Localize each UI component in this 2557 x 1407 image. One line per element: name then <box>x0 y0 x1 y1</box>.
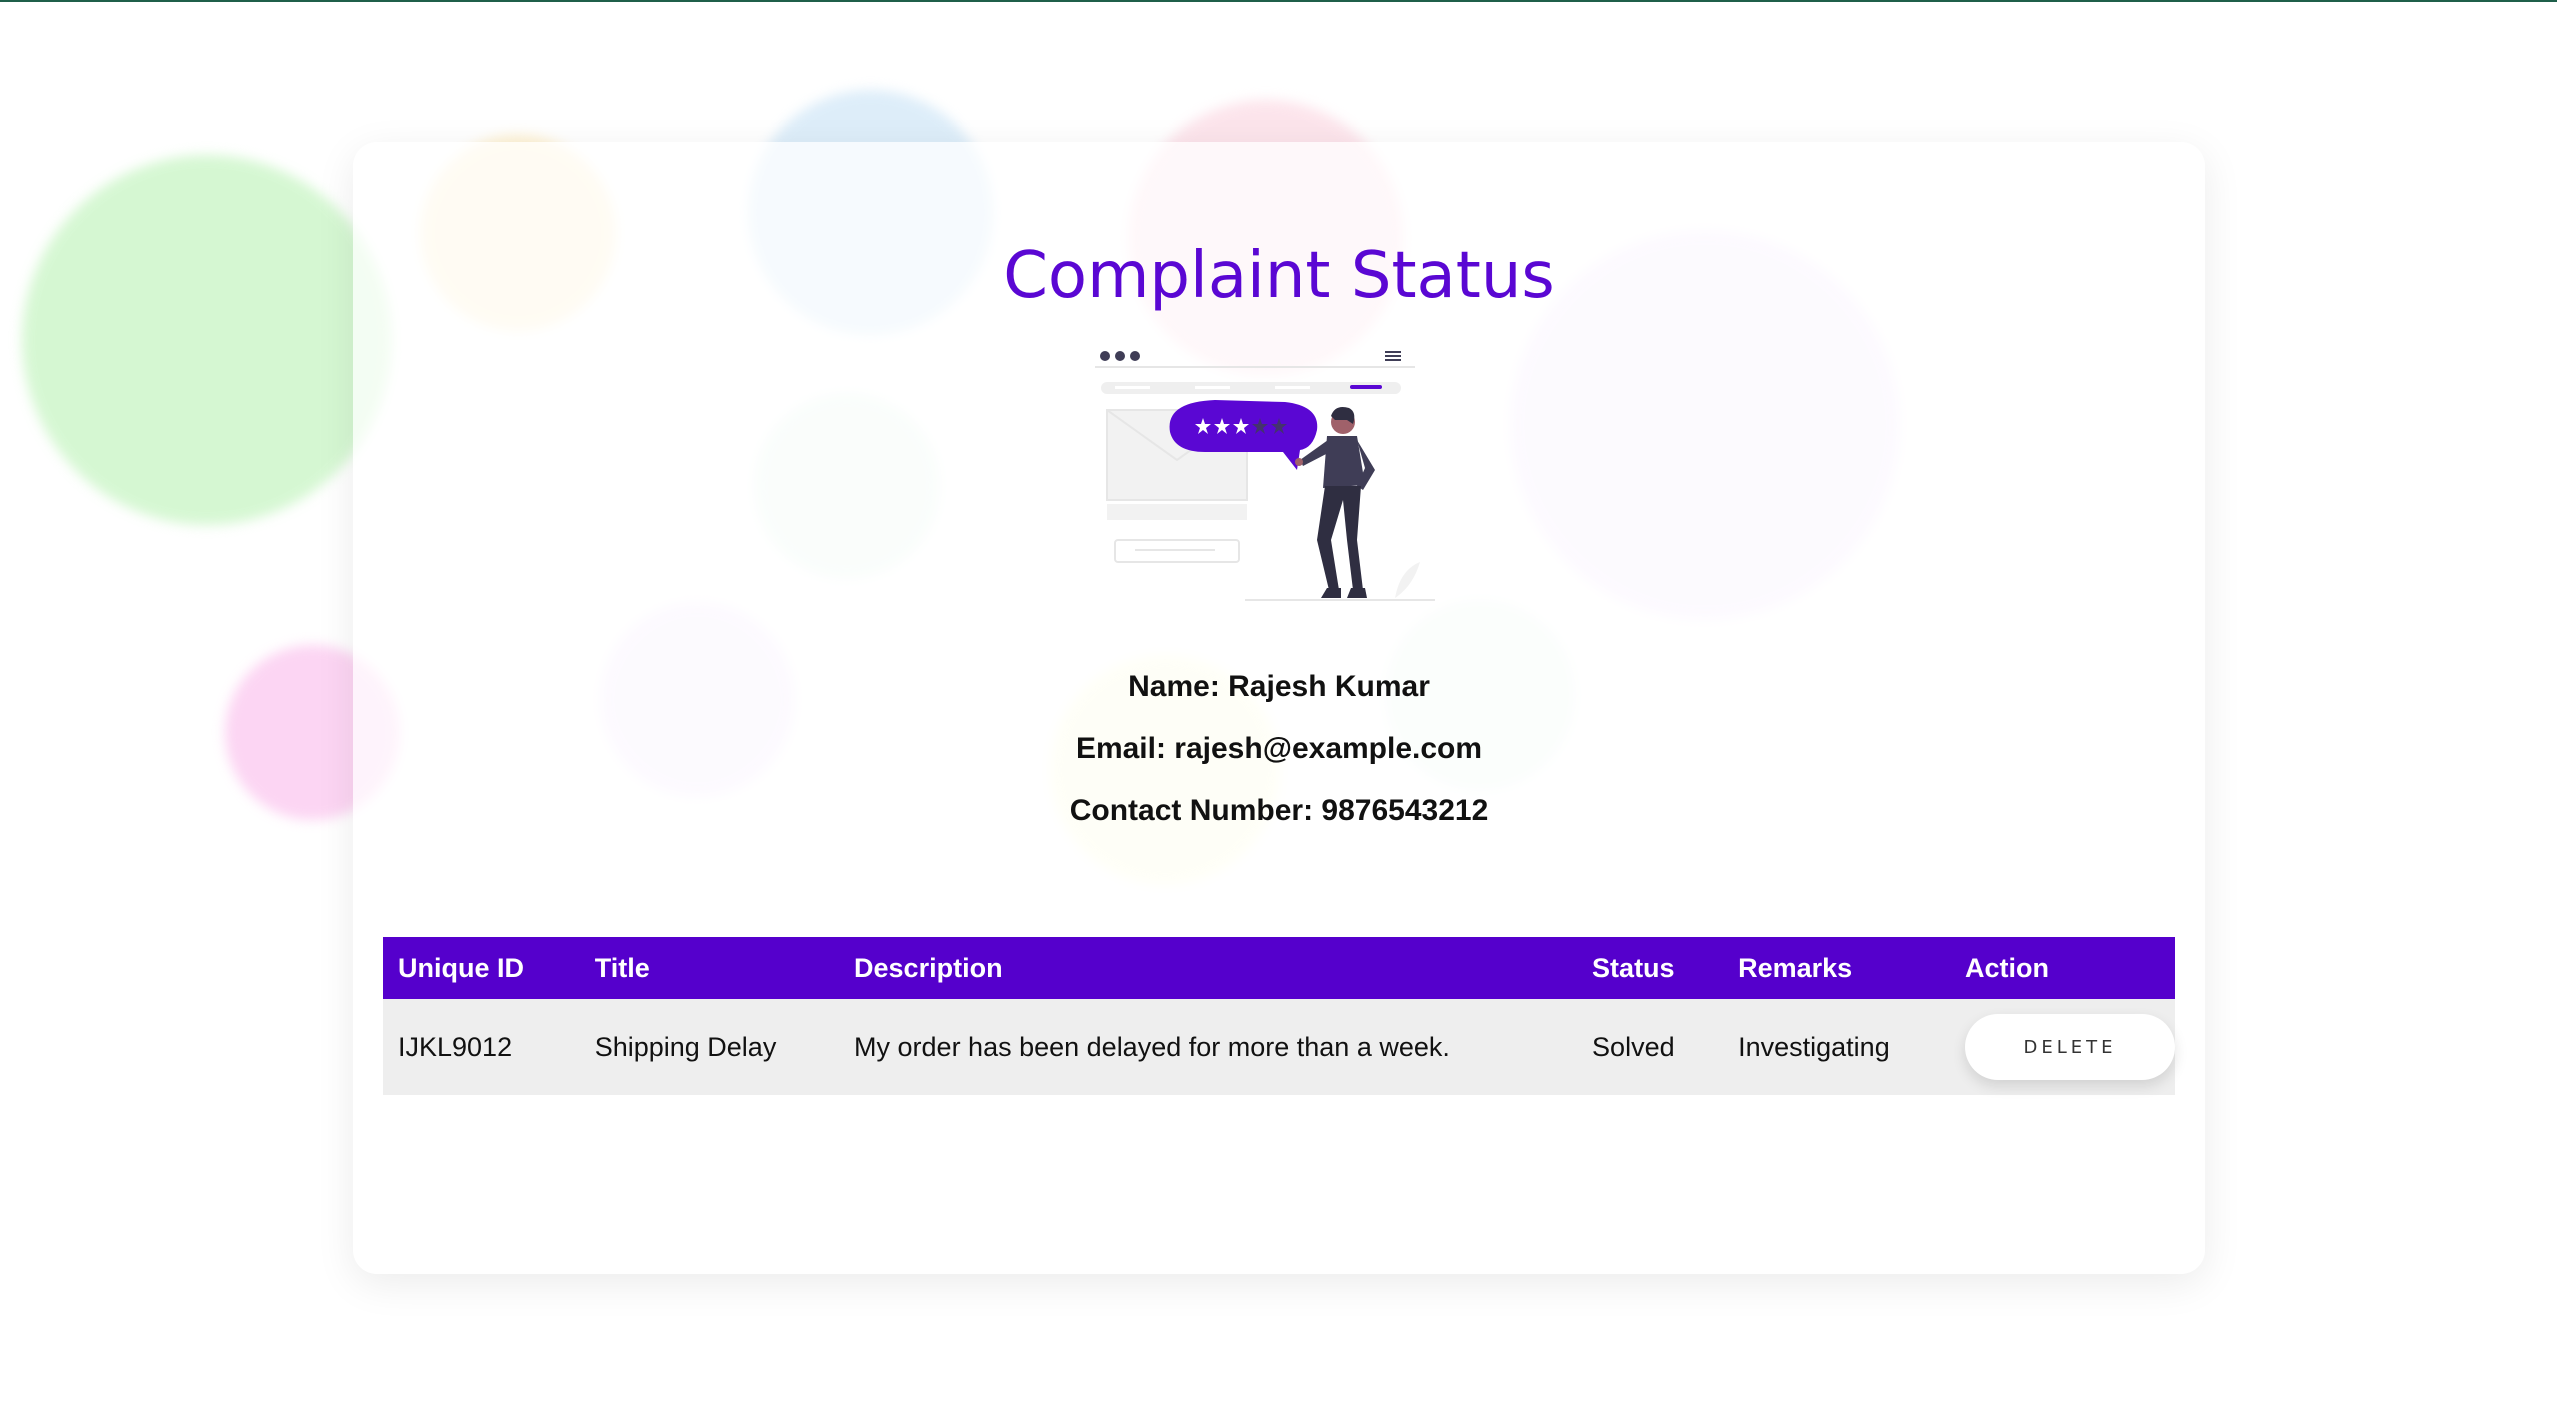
user-contact-number: Contact Number: 9876543212 <box>1069 794 1489 827</box>
header-action: Action <box>1950 937 2175 999</box>
complaints-table: Unique ID Title Description Status Remar… <box>383 937 2175 1095</box>
cell-remarks: Investigating <box>1723 999 1950 1095</box>
user-email: Email: rajesh@example.com <box>1075 732 1483 765</box>
delete-button[interactable]: DELETE <box>1965 1014 2175 1080</box>
user-name: Name: Rajesh Kumar <box>1128 670 1430 703</box>
cell-description: My order has been delayed for more than … <box>839 999 1578 1095</box>
header-title: Title <box>579 937 840 999</box>
header-description: Description <box>839 937 1578 999</box>
header-remarks: Remarks <box>1723 937 1950 999</box>
table-header-row: Unique ID Title Description Status Remar… <box>383 937 2175 999</box>
cell-status: Solved <box>1577 999 1724 1095</box>
cell-action: DELETE <box>1950 999 2175 1095</box>
illustration-icon <box>1095 351 1435 601</box>
cell-unique-id: IJKL9012 <box>383 999 580 1095</box>
header-status: Status <box>1577 937 1724 999</box>
top-border <box>0 0 2557 2</box>
header-unique-id: Unique ID <box>383 937 580 999</box>
page-title: Complaint Status <box>1003 239 1555 313</box>
table-row: IJKL9012 Shipping Delay My order has bee… <box>383 999 2175 1095</box>
cell-title: Shipping Delay <box>579 999 840 1095</box>
complaint-card: Complaint Status Name: Rajesh Kumar Emai… <box>353 142 2205 1274</box>
table-header: Unique ID Title Description Status Remar… <box>383 937 2175 999</box>
